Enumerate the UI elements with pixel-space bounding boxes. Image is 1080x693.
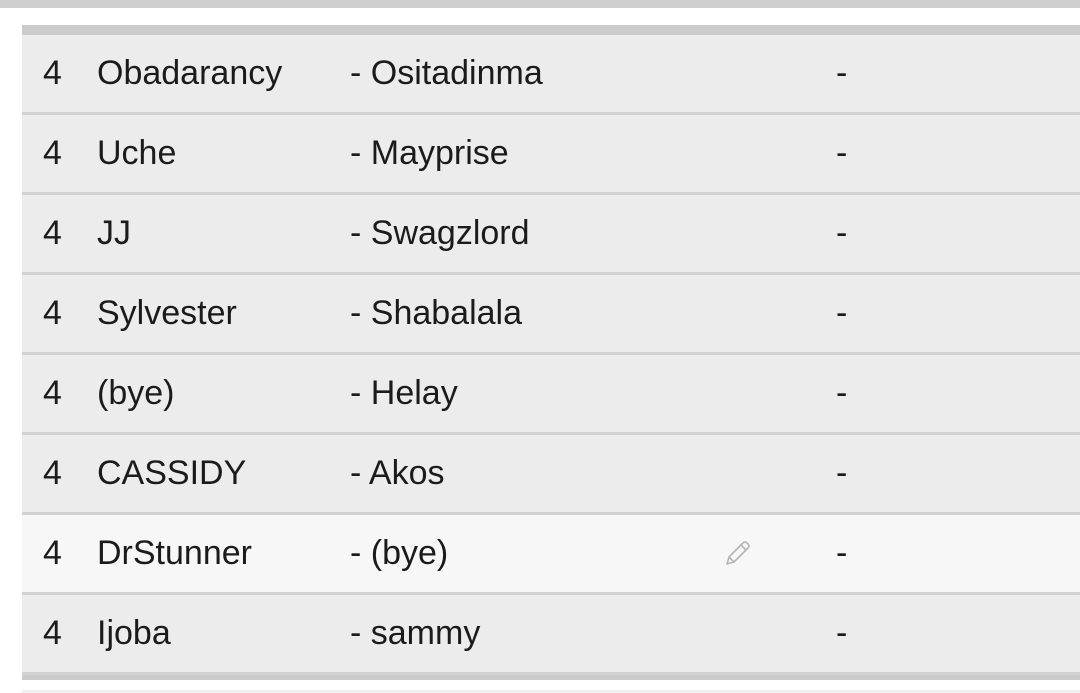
match-score: - <box>836 134 848 172</box>
match-score: - <box>836 454 848 492</box>
round-number: 4 <box>43 214 62 252</box>
match-score: - <box>836 374 848 412</box>
round-number: 4 <box>43 294 62 332</box>
match-row[interactable]: 4 Sylvester - Shabalala - <box>22 275 1080 355</box>
round-number: 4 <box>43 374 62 412</box>
top-divider-bar <box>0 0 1080 8</box>
away-player: - sammy <box>350 614 481 652</box>
match-row[interactable]: 4 JJ - Swagzlord - <box>22 195 1080 275</box>
away-player: - Akos <box>350 454 445 492</box>
home-player: Sylvester <box>97 294 237 332</box>
match-score: - <box>836 54 848 92</box>
match-row[interactable]: 4 (bye) - Helay - <box>22 355 1080 435</box>
match-row[interactable]: 4 Obadarancy - Ositadinma - <box>22 35 1080 115</box>
match-score: - <box>836 214 848 252</box>
match-score: - <box>836 294 848 332</box>
fixtures-screen: 4 Obadarancy - Ositadinma - 4 Uche - May… <box>0 0 1080 693</box>
home-player: Obadarancy <box>97 54 283 92</box>
away-player: - Helay <box>350 374 458 412</box>
away-player: - Shabalala <box>350 294 523 332</box>
match-score: - <box>836 614 848 652</box>
home-player: Uche <box>97 134 177 172</box>
home-player: (bye) <box>97 374 175 412</box>
round-number: 4 <box>43 54 62 92</box>
round-number: 4 <box>43 454 62 492</box>
round-number: 4 <box>43 534 62 572</box>
match-row[interactable]: 4 Ijoba - sammy - <box>22 595 1080 675</box>
home-player: Ijoba <box>97 614 171 652</box>
away-player: - Swagzlord <box>350 214 530 252</box>
away-player: - Mayprise <box>350 134 509 172</box>
away-player: - Ositadinma <box>350 54 543 92</box>
match-row[interactable]: 4 Uche - Mayprise - <box>22 115 1080 195</box>
match-row[interactable]: 4 CASSIDY - Akos - <box>22 435 1080 515</box>
table-header-strip <box>22 25 1080 35</box>
home-player: DrStunner <box>97 534 252 572</box>
round-number: 4 <box>43 134 62 172</box>
round-number: 4 <box>43 614 62 652</box>
match-row-selected[interactable]: 4 DrStunner - (bye) - <box>22 515 1080 595</box>
match-score: - <box>836 534 848 572</box>
home-player: JJ <box>97 214 131 252</box>
home-player: CASSIDY <box>97 454 247 492</box>
pencil-icon[interactable] <box>722 539 752 569</box>
fixtures-table: 4 Obadarancy - Ositadinma - 4 Uche - May… <box>22 25 1080 680</box>
away-player: - (bye) <box>350 534 449 572</box>
